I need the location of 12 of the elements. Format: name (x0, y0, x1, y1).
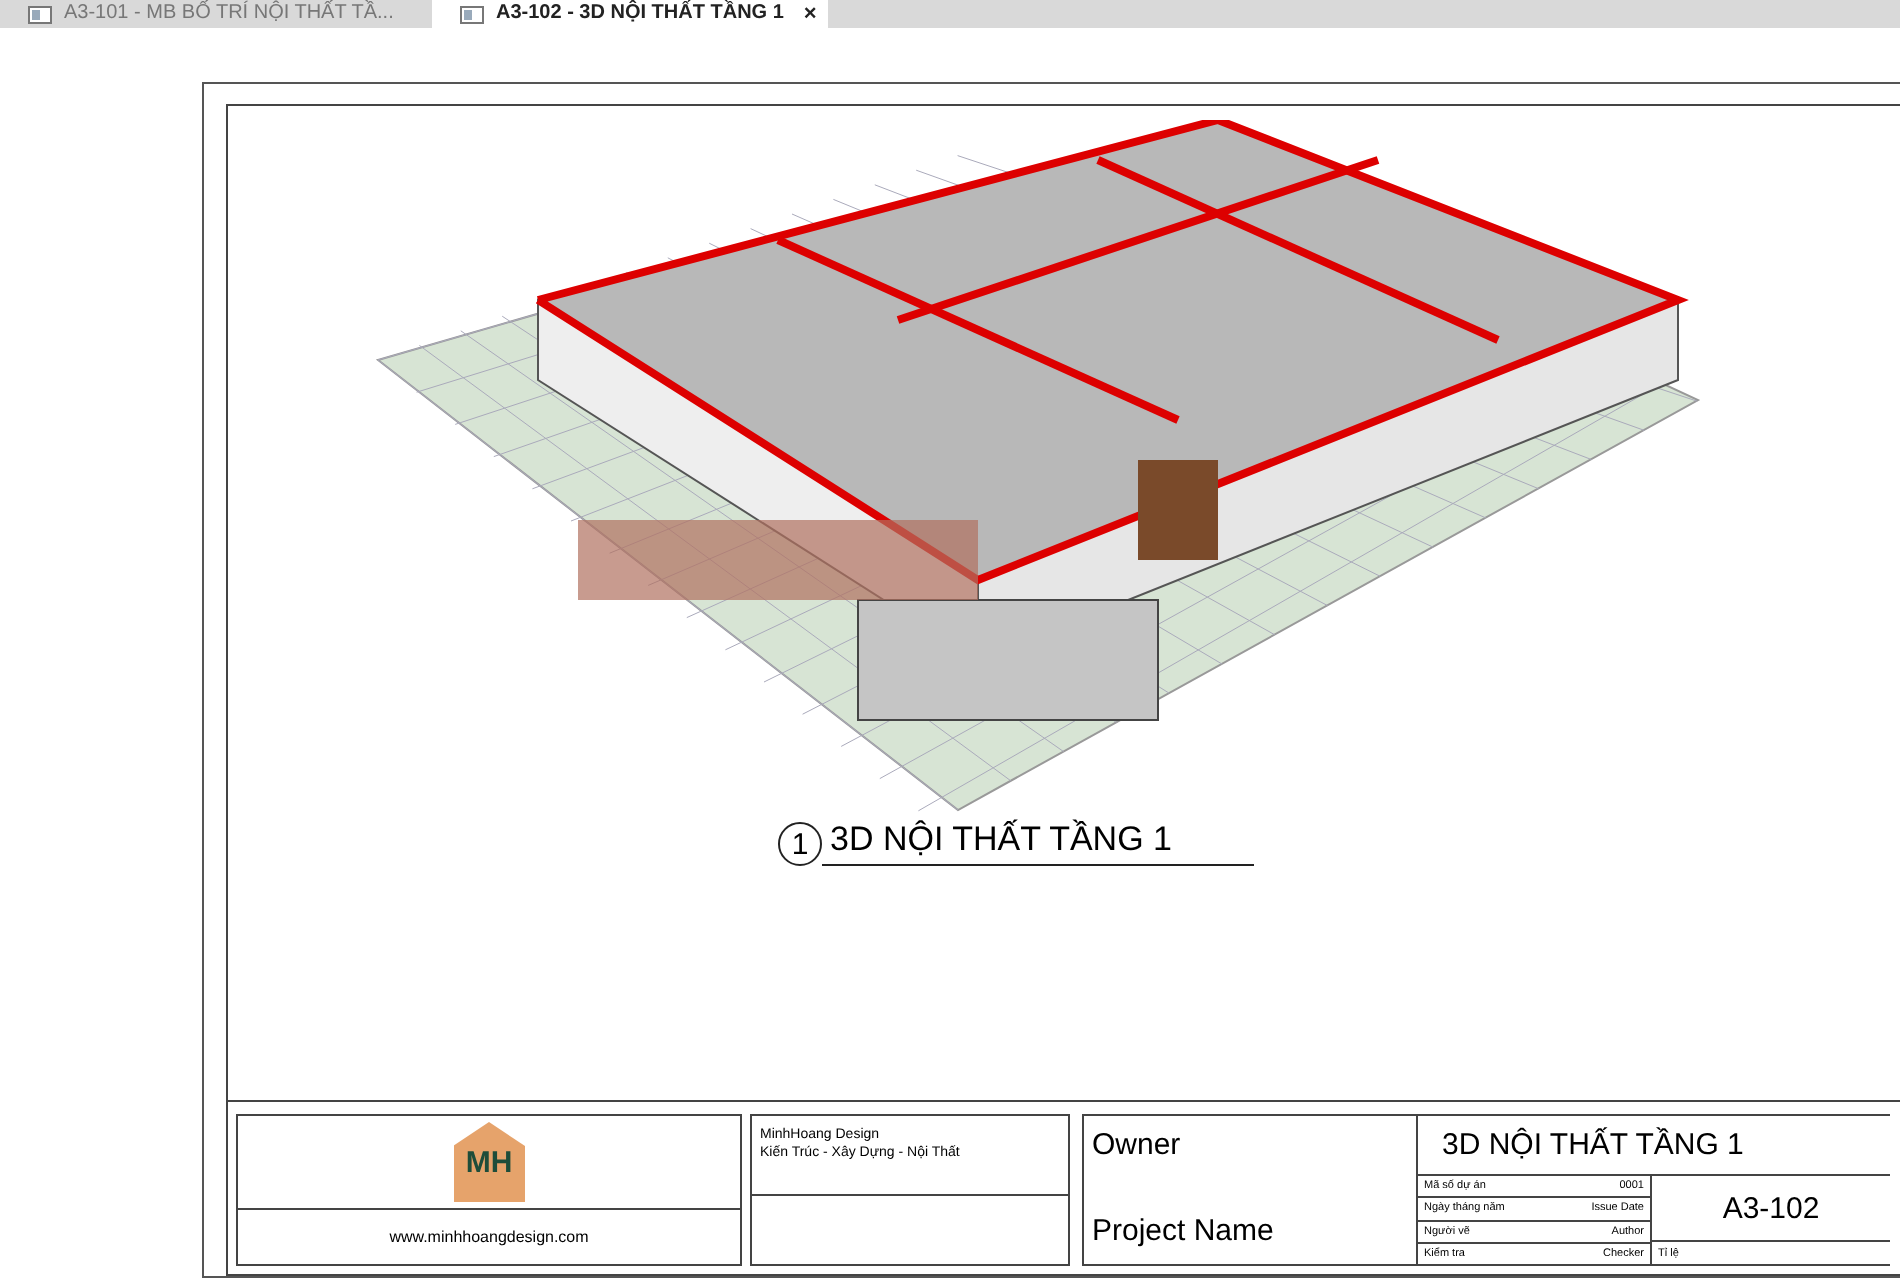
project-name: Project Name (1092, 1214, 1276, 1248)
close-button[interactable]: × (803, 0, 817, 28)
website-text: www.minhhoangdesign.com (387, 1226, 591, 1246)
view-title: 3D NỘI THẤT TẦNG 1 (822, 820, 1254, 866)
company-logo: MH (453, 1122, 525, 1202)
sheet-title: 3D NỘI THẤT TẦNG 1 (1418, 1116, 1890, 1176)
sheet-number: A3-102 (1652, 1176, 1890, 1242)
owner-text: Owner (1092, 1128, 1183, 1162)
sheet-tab[interactable]: A3-102 - 3D NỘI THẤT TẦNG 1 × (432, 0, 829, 28)
sheet-icon (460, 5, 484, 23)
view-number: 1 (778, 822, 822, 866)
sheet-icon (28, 5, 52, 23)
